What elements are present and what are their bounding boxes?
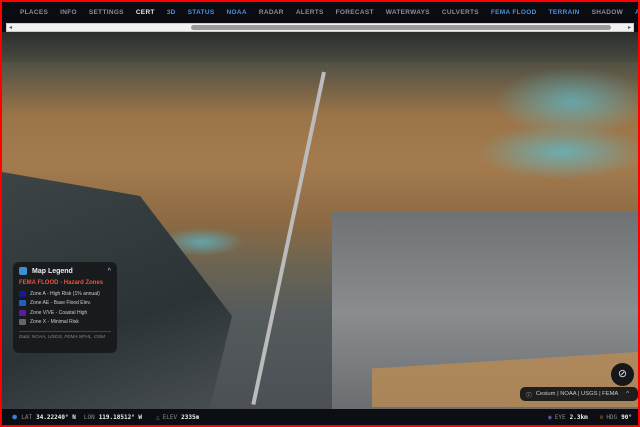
nav-tab-atmo[interactable]: ATMO: [629, 9, 638, 16]
nav-tab-alerts[interactable]: ALERTS: [290, 9, 330, 16]
nav-tab-cert[interactable]: CERT: [130, 9, 161, 16]
terrain-horizon: [2, 32, 638, 62]
nav-tab-terrain[interactable]: TERRAIN: [543, 9, 586, 16]
nav-tab-culverts[interactable]: CULVERTS: [436, 9, 485, 16]
lon-label: LON: [83, 413, 95, 421]
location-pin-icon: ⬢: [12, 413, 18, 421]
nav-tab-forecast[interactable]: FORECAST: [330, 9, 380, 16]
hdg-label: HDG: [606, 413, 618, 421]
nav-tab-info[interactable]: INFO: [54, 9, 83, 16]
nav-tab-fema-flood[interactable]: FEMA FLOOD: [485, 9, 543, 16]
lat-value: 34.22240° N: [36, 413, 76, 421]
highway: [251, 71, 326, 405]
legend-item: Zone AE - Base Flood Elev.: [19, 299, 111, 309]
compass-button[interactable]: ⊘: [611, 363, 634, 386]
scrollbar-thumb[interactable]: [191, 25, 611, 30]
nav-tab-shadow[interactable]: SHADOW: [586, 9, 629, 16]
scroll-left-arrow-icon[interactable]: ◂: [9, 24, 12, 31]
legend-swatch: [19, 319, 26, 326]
eye-value: 2.3km: [569, 413, 588, 421]
app-frame: PLACES INFO SETTINGS CERT 3D STATUS NOAA RADAR A…: [2, 2, 638, 425]
legend-swatch: [19, 290, 26, 297]
compass-icon: ⊘: [617, 368, 628, 380]
legend-title: Map Legend: [32, 267, 73, 275]
legend-item-label: Zone AE - Base Flood Elev.: [30, 300, 92, 307]
nav-tab-noaa[interactable]: NOAA: [220, 9, 252, 16]
elev-value: 2335m: [181, 413, 200, 421]
attribution-text: Cesium | NOAA | USGS | FEMA: [535, 391, 619, 397]
nav-tab-3d[interactable]: 3D: [161, 9, 182, 16]
legend-item: Zone V/VE - Coastal High: [19, 308, 111, 318]
heading-icon: ⊘: [599, 413, 604, 421]
info-icon: ⓘ: [526, 392, 532, 399]
legend-item: Zone A - High Risk (1% annual): [19, 289, 111, 299]
lat-label: LAT: [21, 413, 33, 421]
legend-swatch: [19, 309, 26, 316]
eye-icon: ◉: [548, 413, 552, 421]
legend-swatch: [19, 300, 26, 307]
top-nav: PLACES INFO SETTINGS CERT 3D STATUS NOAA RADAR A…: [2, 2, 638, 22]
nav-tab-places[interactable]: PLACES: [14, 9, 54, 16]
map-legend: Map Legend ^ FEMA FLOOD - Hazard Zones Zo…: [13, 262, 117, 353]
legend-subtitle: FEMA FLOOD - Hazard Zones: [19, 280, 104, 286]
hdg-value: 90°: [621, 413, 632, 421]
lon-value: 119.18512° W: [98, 413, 143, 421]
scroll-right-arrow-icon[interactable]: ▸: [628, 24, 631, 31]
collapse-chevron-icon[interactable]: ^: [107, 268, 111, 274]
legend-item: Zone X - Minimal Risk: [19, 318, 111, 328]
legend-source: Data: NOAA, USGS, FEMA NFHL, OSM: [19, 335, 105, 340]
nav-tab-status[interactable]: STATUS: [182, 9, 221, 16]
legend-item-label: Zone A - High Risk (1% annual): [30, 290, 100, 297]
expand-chevron-icon[interactable]: ^: [626, 391, 629, 397]
eye-label: EYE: [554, 413, 566, 421]
horizontal-scrollbar[interactable]: ◂ ▸: [6, 23, 634, 32]
attribution-bar[interactable]: ⓘ Cesium | NOAA | USGS | FEMA ^: [520, 387, 638, 401]
divider: [19, 331, 111, 332]
nav-tab-waterways[interactable]: WATERWAYS: [380, 9, 436, 16]
nav-tab-radar[interactable]: RADAR: [253, 9, 290, 16]
nav-tab-settings[interactable]: SETTINGS: [83, 9, 130, 16]
status-bar: ⬢ LAT 34.22240° N LON 119.18512° W △ ELEV 2…: [2, 409, 638, 425]
legend-item-label: Zone X - Minimal Risk: [30, 319, 79, 326]
legend-item-label: Zone V/VE - Coastal High: [30, 309, 88, 316]
elev-label: ELEV: [162, 413, 178, 421]
mountain-icon: △: [156, 413, 160, 421]
layers-icon: [19, 267, 27, 275]
